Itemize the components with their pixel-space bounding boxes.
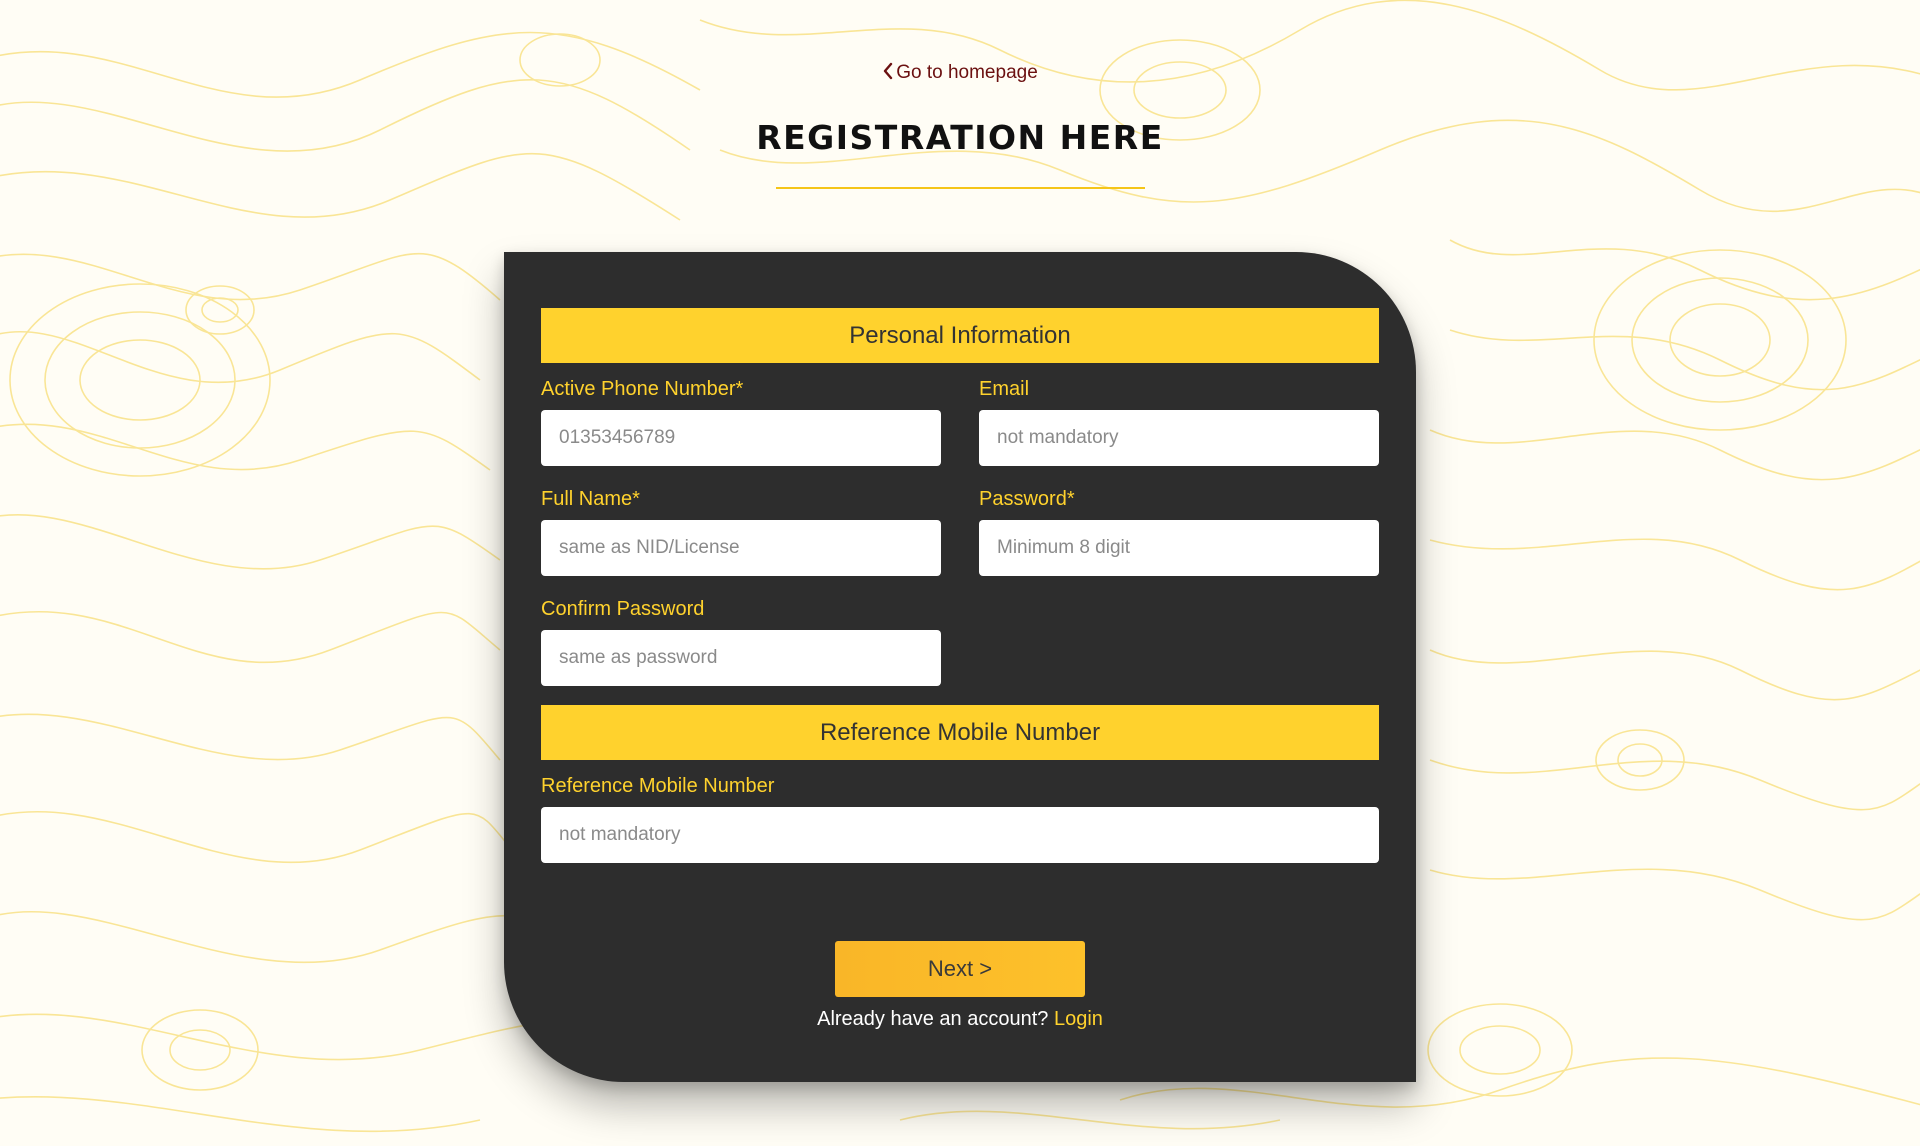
confirm-password-label: Confirm Password: [541, 598, 705, 620]
email-field-group: Email: [979, 378, 1379, 466]
login-prompt-text: Already have an account?: [817, 1008, 1049, 1030]
password-label: Password*: [979, 488, 1075, 510]
page-title: REGISTRATION HERE: [756, 118, 1164, 157]
reference-mobile-heading: Reference Mobile Number: [541, 705, 1379, 760]
registration-page: Go to homepage REGISTRATION HERE Persona…: [0, 0, 1920, 1146]
password-field-group: Password*: [979, 488, 1379, 576]
reference-mobile-input[interactable]: [541, 807, 1379, 863]
go-to-homepage-link[interactable]: Go to homepage: [0, 62, 1920, 84]
phone-field-group: Active Phone Number*: [541, 378, 941, 466]
confirm-password-input[interactable]: [541, 630, 941, 686]
login-prompt: Already have an account? Login: [504, 1008, 1416, 1031]
password-input[interactable]: [979, 520, 1379, 576]
phone-input[interactable]: [541, 410, 941, 466]
go-to-homepage-label: Go to homepage: [896, 62, 1038, 83]
login-link[interactable]: Login: [1054, 1008, 1103, 1030]
full-name-input[interactable]: [541, 520, 941, 576]
next-button[interactable]: Next >: [835, 941, 1085, 997]
registration-form-card: Personal Information Active Phone Number…: [504, 252, 1416, 1082]
personal-information-fields: Active Phone Number* Email Full Name* Pa…: [541, 378, 1379, 686]
email-input[interactable]: [979, 410, 1379, 466]
full-name-label: Full Name*: [541, 488, 640, 510]
chevron-left-icon: [884, 62, 893, 80]
reference-mobile-field-group: Reference Mobile Number: [541, 775, 1379, 863]
confirm-password-field-group: Confirm Password: [541, 598, 941, 686]
personal-information-heading: Personal Information: [541, 308, 1379, 363]
registration-form: Personal Information Active Phone Number…: [541, 308, 1379, 863]
email-label: Email: [979, 378, 1030, 400]
title-underline: [776, 187, 1145, 189]
full-name-field-group: Full Name*: [541, 488, 941, 576]
reference-mobile-label: Reference Mobile Number: [541, 775, 775, 797]
phone-label: Active Phone Number*: [541, 378, 744, 400]
